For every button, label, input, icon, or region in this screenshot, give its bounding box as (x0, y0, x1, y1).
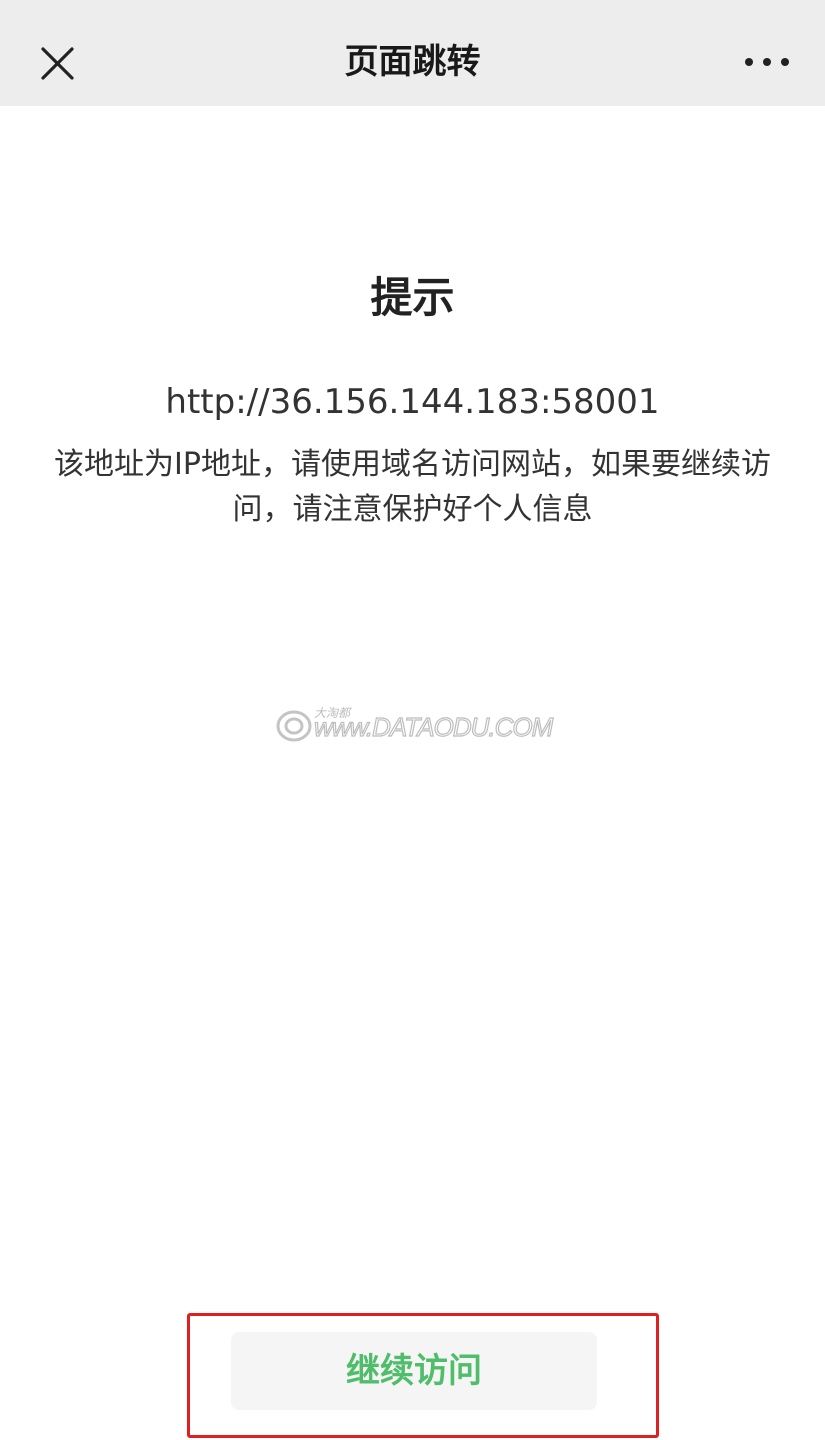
more-dots-icon (745, 58, 789, 66)
notice-heading: 提示 (370, 273, 455, 322)
page-title: 页面跳转 (344, 42, 481, 82)
navbar: 页面跳转 (0, 0, 825, 106)
page: 页面跳转 提示 http://36.156.144.183:58001 该地址为… (0, 0, 825, 1440)
continue-visit-button[interactable]: 继续访问 (231, 1332, 597, 1410)
warning-message: 该地址为IP地址，请使用域名访问网站，如果要继续访问，请注意保护好个人信息 (54, 447, 771, 527)
watermark: 大淘都 www.DATAODU.COM (274, 700, 564, 748)
more-button[interactable] (737, 40, 797, 84)
watermark-url: www.DATAODU.COM (313, 711, 553, 742)
watermark-logo-icon (276, 710, 312, 742)
target-url: http://36.156.144.183:58001 (165, 382, 660, 422)
